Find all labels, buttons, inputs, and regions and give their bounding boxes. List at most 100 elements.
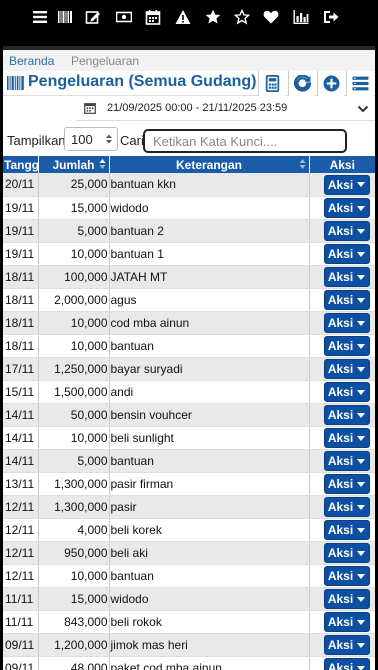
warning-icon[interactable] (172, 6, 194, 28)
column-header-amount[interactable]: Jumlah (38, 156, 110, 173)
date-range-picker[interactable]: 21/09/2025 00:00 - 21/11/2025 23:59 (76, 97, 375, 121)
caret-down-icon (357, 550, 366, 556)
action-dropdown-button[interactable]: Aksi (323, 520, 370, 540)
table-row: 09/11 48,000 paket cod mba ainun Aksi (3, 656, 375, 670)
caret-down-icon (357, 251, 366, 257)
sort-icon (299, 159, 305, 169)
action-dropdown-button[interactable]: Aksi (323, 428, 370, 448)
cell-amount: 1,250,000 (38, 357, 110, 381)
cell-action: Aksi (309, 173, 375, 197)
cell-action: Aksi (309, 242, 375, 266)
select-arrows-icon (106, 134, 112, 144)
action-dropdown-button[interactable]: Aksi (323, 543, 370, 563)
cell-action: Aksi (309, 518, 375, 542)
cell-description: bayar suryadi (109, 357, 310, 381)
sign-out-icon[interactable] (320, 6, 342, 28)
calculator-button[interactable] (258, 71, 285, 96)
edit-icon[interactable] (82, 6, 104, 28)
cell-date: 09/11 (3, 633, 39, 657)
action-dropdown-button[interactable]: Aksi (323, 221, 370, 241)
action-dropdown-button[interactable]: Aksi (323, 635, 370, 655)
heart-icon[interactable] (260, 6, 282, 28)
star-outline-icon[interactable] (231, 6, 253, 28)
action-dropdown-button[interactable]: Aksi (323, 405, 370, 425)
caret-down-icon (357, 481, 366, 487)
cell-date: 13/11 (3, 472, 39, 496)
search-box[interactable] (143, 129, 347, 153)
action-button-label: Aksi (327, 638, 354, 652)
action-dropdown-button[interactable]: Aksi (323, 336, 370, 356)
action-button-label: Aksi (327, 615, 354, 629)
action-dropdown-button[interactable]: Aksi (323, 244, 370, 264)
column-header-date[interactable]: Tanggal (3, 156, 39, 173)
star-filled-icon[interactable] (202, 6, 224, 28)
action-dropdown-button[interactable]: Aksi (323, 451, 370, 471)
action-button-label: Aksi (327, 477, 354, 491)
action-button-label: Aksi (327, 362, 354, 376)
calendar-icon[interactable] (142, 6, 164, 28)
cell-date: 19/11 (3, 219, 39, 243)
action-dropdown-button[interactable]: Aksi (323, 474, 370, 494)
caret-down-icon (357, 366, 366, 372)
bar-chart-icon[interactable] (290, 6, 312, 28)
add-icon (323, 75, 339, 92)
action-button-label: Aksi (327, 270, 354, 284)
cell-amount: 1,200,000 (38, 633, 110, 657)
action-dropdown-button[interactable]: Aksi (323, 359, 370, 379)
column-header-action: Aksi (309, 156, 375, 173)
cell-description: bantuan (109, 334, 310, 358)
cell-description: beli aki (109, 541, 310, 565)
action-dropdown-button[interactable]: Aksi (323, 658, 370, 670)
search-input[interactable] (145, 131, 345, 151)
add-button[interactable] (317, 71, 344, 96)
sort-icon (99, 159, 105, 169)
cell-action: Aksi (309, 426, 375, 450)
cell-amount: 1,300,000 (38, 472, 110, 496)
action-button-label: Aksi (327, 247, 354, 261)
cell-amount: 15,000 (38, 587, 110, 611)
cell-description: cod mba ainun (109, 311, 310, 335)
action-dropdown-button[interactable]: Aksi (323, 612, 370, 632)
caret-down-icon (357, 596, 366, 602)
cell-date: 18/11 (3, 311, 39, 335)
cell-description: pasir firman (109, 472, 310, 496)
app-panel: Beranda Pengeluaran Pengeluaran (Semua G… (3, 46, 375, 670)
cell-amount: 1,500,000 (38, 380, 110, 404)
action-dropdown-button[interactable]: Aksi (323, 174, 370, 195)
column-header-description[interactable]: Keterangan (109, 156, 310, 173)
money-icon[interactable] (113, 6, 135, 28)
expenses-table-wrapper: Tanggal Jumlah Keterangan Aksi 20/1125,0… (3, 156, 375, 670)
cell-action: Aksi (309, 403, 375, 427)
cell-action: Aksi (309, 472, 375, 496)
action-dropdown-button[interactable]: Aksi (323, 290, 370, 310)
action-button-label: Aksi (327, 293, 354, 307)
page-length-select[interactable]: 100 (64, 127, 118, 151)
action-dropdown-button[interactable]: Aksi (323, 198, 370, 218)
cell-description: paket cod mba ainun (109, 656, 310, 670)
cell-date: 11/11 (3, 610, 39, 634)
breadcrumb-home-link[interactable]: Beranda (9, 54, 54, 68)
barcode-icon[interactable] (54, 6, 76, 28)
table-row: 12/11 950,000 beli aki Aksi (3, 541, 375, 565)
action-button-label: Aksi (327, 408, 354, 422)
list-button[interactable] (346, 71, 373, 96)
page-length-value: 100 (71, 132, 93, 147)
cell-amount: 4,000 (38, 518, 110, 542)
cell-description: JATAH MT (109, 265, 310, 289)
action-dropdown-button[interactable]: Aksi (323, 589, 370, 609)
action-dropdown-button[interactable]: Aksi (323, 267, 370, 287)
refresh-button[interactable] (288, 71, 315, 96)
action-dropdown-button[interactable]: Aksi (323, 382, 370, 402)
page-title: Pengeluaran (Semua Gudang) (28, 73, 257, 90)
cell-amount: 10,000 (38, 426, 110, 450)
table-row: 11/11 15,000 widodo Aksi (3, 587, 375, 611)
action-dropdown-button[interactable]: Aksi (323, 497, 370, 517)
menu-icon[interactable] (29, 6, 51, 28)
table-row: 18/11 10,000 bantuan Aksi (3, 334, 375, 358)
cell-action: Aksi (309, 495, 375, 519)
caret-down-icon (357, 274, 366, 280)
action-dropdown-button[interactable]: Aksi (323, 313, 370, 333)
cell-amount: 48,000 (38, 656, 110, 670)
action-dropdown-button[interactable]: Aksi (323, 566, 370, 586)
cell-description: bensin vouhcer (109, 403, 310, 427)
